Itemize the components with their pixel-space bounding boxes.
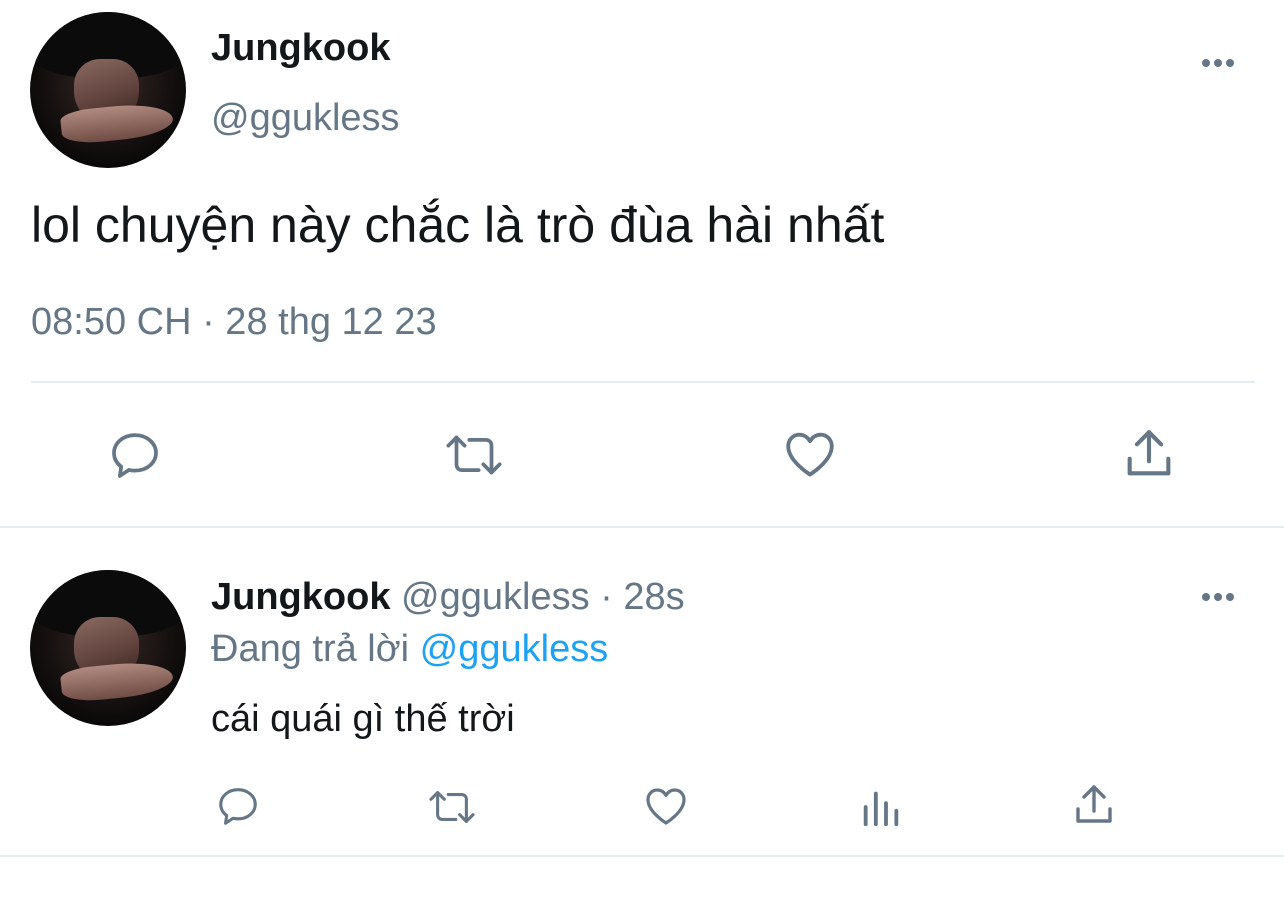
like-icon[interactable]: [641, 782, 691, 830]
avatar[interactable]: [30, 570, 186, 726]
share-icon[interactable]: [1070, 781, 1118, 829]
analytics-icon[interactable]: [858, 784, 904, 830]
author-name[interactable]: Jungkook: [211, 26, 390, 70]
tweet-text: lol chuyện này chắc là trò đùa hài nhất: [31, 197, 885, 253]
like-icon[interactable]: [780, 425, 840, 483]
divider: [31, 381, 1255, 383]
replying-to-line: Đang trả lời @ggukless: [211, 627, 608, 671]
author-name[interactable]: Jungkook: [211, 576, 390, 618]
reply-header: Jungkook @ggukless · 28s: [211, 575, 685, 619]
author-handle[interactable]: @ggukless: [401, 576, 590, 618]
section-divider: [0, 526, 1284, 528]
retweet-icon[interactable]: [424, 784, 480, 830]
reply-icon[interactable]: [214, 783, 262, 829]
reply-text: cái quái gì thế trời: [211, 698, 515, 740]
replying-to-handle[interactable]: @ggukless: [420, 628, 609, 670]
more-options-icon[interactable]: [1202, 593, 1234, 601]
bottom-divider: [0, 855, 1284, 857]
reply-icon[interactable]: [105, 427, 165, 483]
share-icon[interactable]: [1120, 425, 1178, 483]
tweet-timestamp: 08:50 CH · 28 thg 12 23: [31, 301, 437, 343]
retweet-icon[interactable]: [440, 427, 508, 483]
more-options-icon[interactable]: [1202, 59, 1234, 67]
separator-dot: ·: [600, 576, 613, 618]
tweet-age: 28s: [623, 576, 685, 618]
author-handle[interactable]: @ggukless: [211, 96, 400, 140]
avatar[interactable]: [30, 12, 186, 168]
replying-to-label: Đang trả lời: [211, 628, 410, 670]
